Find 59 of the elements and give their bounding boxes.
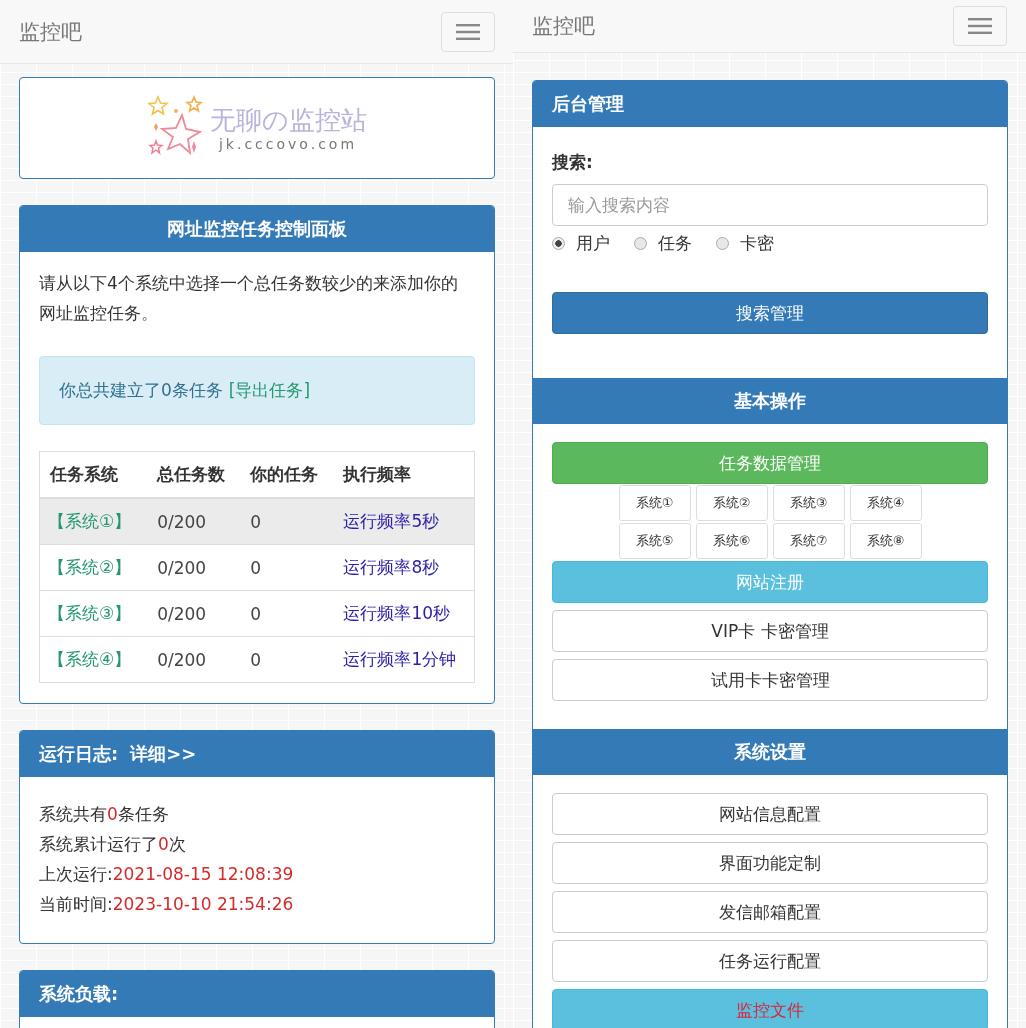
log-line: 当前时间:2023-10-10 21:54:26	[39, 893, 295, 916]
logo-title: 无聊の监控站	[209, 104, 367, 136]
menu-icon	[456, 23, 480, 40]
system-link[interactable]: 【系统②】	[48, 557, 132, 577]
system-button[interactable]: 系统⑥	[695, 523, 768, 559]
table-cell: 0	[240, 498, 334, 545]
frequency-link[interactable]: 运行频率10秒	[343, 603, 450, 623]
action-button[interactable]: 发信邮箱配置	[552, 891, 988, 933]
system-button[interactable]: 系统⑤	[618, 523, 691, 559]
system-button[interactable]: 系统①	[618, 485, 691, 521]
radio-button[interactable]	[552, 237, 565, 250]
action-button[interactable]: 试用卡卡密管理	[552, 659, 988, 701]
panel-title: 系统设置	[734, 740, 806, 764]
action-button[interactable]: 网站信息配置	[552, 793, 988, 835]
radio-button[interactable]	[716, 237, 729, 250]
action-button[interactable]: 任务运行配置	[552, 940, 988, 982]
system-link[interactable]: 【系统④】	[48, 649, 132, 669]
frequency-link[interactable]: 运行频率5秒	[343, 511, 440, 531]
search-field[interactable]: 输入搜索内容	[552, 184, 988, 226]
action-button[interactable]: VIP卡 卡密管理	[552, 610, 988, 652]
system-button[interactable]: 系统③	[772, 485, 845, 521]
log-line: 系统累计运行了0次	[39, 833, 187, 856]
panel-title: 运行日志:	[39, 742, 119, 766]
system-button[interactable]: 系统⑧	[849, 523, 922, 559]
table-cell: 0/200	[147, 590, 241, 637]
radio-label: 任务	[658, 232, 692, 255]
table-cell: 0	[240, 590, 334, 637]
system-link[interactable]: 【系统③】	[48, 603, 132, 623]
radio-label: 卡密	[740, 232, 774, 255]
frequency-link[interactable]: 运行频率1分钟	[343, 649, 457, 669]
panel-title: 后台管理	[552, 92, 624, 116]
table-cell: 0	[240, 636, 334, 683]
logo-url: jk.cccovo.com	[218, 136, 358, 152]
details-link[interactable]: 详细>>	[130, 742, 197, 766]
radio-label: 用户	[576, 232, 610, 255]
panel-title: 系统负载:	[39, 982, 119, 1006]
log-line: 系统共有0条任务	[39, 803, 170, 826]
brand-title[interactable]: 监控吧	[19, 17, 82, 46]
radio-button[interactable]	[634, 237, 647, 250]
system-button[interactable]: 系统②	[695, 485, 768, 521]
table-cell: 0	[240, 544, 334, 591]
alert-text: 你总共建立了0条任务	[59, 379, 223, 402]
log-line: 上次运行:2021-08-15 12:08:39	[39, 863, 295, 886]
menu-button[interactable]	[953, 6, 1007, 46]
table-cell: 0/200	[147, 636, 241, 683]
table-cell: 0/200	[147, 498, 241, 545]
table-cell: 0/200	[147, 544, 241, 591]
intro-text: 请从以下4个系统中选择一个总任务数较少的来添加你的网址监控任务。	[39, 272, 459, 325]
system-button[interactable]: 系统⑦	[772, 523, 845, 559]
panel-title: 网址监控任务控制面板	[167, 217, 347, 241]
panel-title: 基本操作	[734, 389, 806, 413]
search-label: 搜索:	[552, 151, 594, 174]
system-button[interactable]: 系统④	[849, 485, 922, 521]
action-button[interactable]: 搜索管理	[552, 292, 988, 334]
frequency-link[interactable]: 运行频率8秒	[343, 557, 440, 577]
brand-title[interactable]: 监控吧	[532, 12, 595, 40]
menu-button[interactable]	[441, 11, 495, 52]
menu-icon	[968, 18, 992, 34]
action-button[interactable]: 界面功能定制	[552, 842, 988, 884]
